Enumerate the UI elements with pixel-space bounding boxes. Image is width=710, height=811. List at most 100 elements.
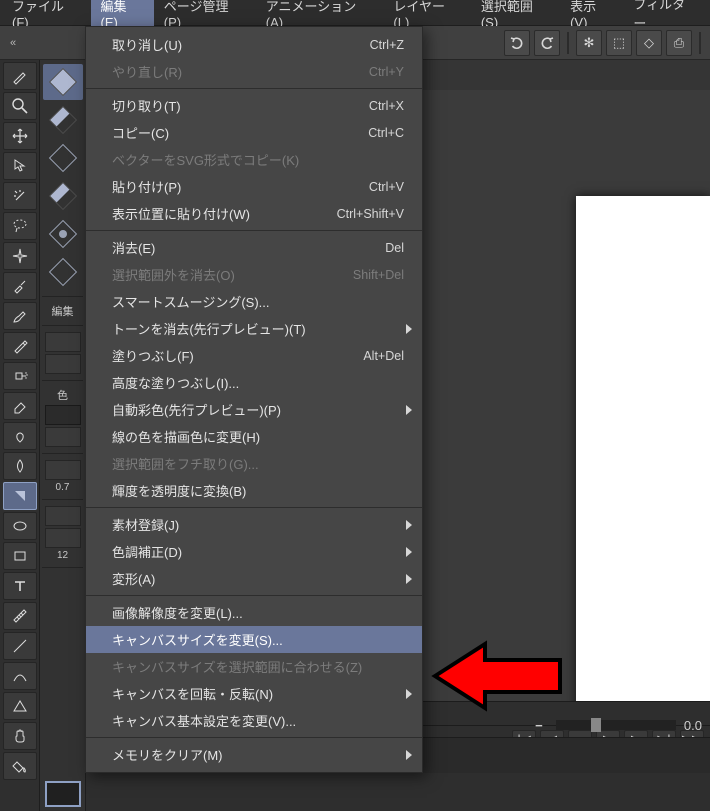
tool-zoom[interactable]: [3, 92, 37, 120]
menu-item-clear-outside[interactable]: 選択範囲外を消去(O)Shift+Del: [86, 261, 422, 288]
menu-item-copy[interactable]: コピー(C)Ctrl+C: [86, 119, 422, 146]
menu-item-outline-sel[interactable]: 選択範囲をフチ取り(G)...: [86, 450, 422, 477]
annotation-arrow: [430, 636, 570, 719]
chevron-right-icon: [406, 520, 412, 530]
menu-item-erase-tone[interactable]: トーンを消去(先行プレビュー)(T): [86, 315, 422, 342]
menu-item-fill[interactable]: 塗りつぶし(F)Alt+Del: [86, 342, 422, 369]
timecode: 0.0: [684, 718, 702, 733]
subtool-item[interactable]: [43, 102, 83, 138]
tool-brush[interactable]: [3, 302, 37, 330]
chevron-right-icon: [406, 405, 412, 415]
tool-wand[interactable]: [3, 182, 37, 210]
panel-divider: [42, 453, 83, 454]
tool-blur[interactable]: [3, 452, 37, 480]
menu-item-clear[interactable]: 消去(E)Del: [86, 234, 422, 261]
tool-ruler[interactable]: [3, 602, 37, 630]
tool-line[interactable]: [3, 632, 37, 660]
tool-lasso[interactable]: [3, 212, 37, 240]
panel-divider: [42, 296, 83, 297]
menu-item-canvas-to-sel[interactable]: キャンバスサイズを選択範囲に合わせる(Z): [86, 653, 422, 680]
panel-divider: [42, 325, 83, 326]
menu-divider: [86, 595, 422, 596]
panel-slot[interactable]: [45, 460, 81, 480]
minus-icon[interactable]: −: [530, 718, 548, 733]
vertical-toolbox: [0, 60, 40, 811]
menu-item-cut[interactable]: 切り取り(T)Ctrl+X: [86, 92, 422, 119]
subtool-item[interactable]: [43, 140, 83, 176]
menu-item-change-canvas-size[interactable]: キャンバスサイズを変更(S)...: [86, 626, 422, 653]
subtool-item[interactable]: [43, 178, 83, 214]
menu-item-canvas-basic[interactable]: キャンバス基本設定を変更(V)...: [86, 707, 422, 734]
chevron-right-icon: [406, 574, 412, 584]
tool-selection[interactable]: [3, 152, 37, 180]
menu-divider: [86, 88, 422, 89]
sub-tool-panel: 編集 色 0.7 12: [40, 60, 86, 811]
undo-button[interactable]: [504, 30, 530, 56]
menu-item-redo[interactable]: やり直し(R)Ctrl+Y: [86, 58, 422, 85]
chevron-right-icon: [406, 750, 412, 760]
menu-item-paste-in-place[interactable]: 表示位置に貼り付け(W)Ctrl+Shift+V: [86, 200, 422, 227]
panel-slot[interactable]: [45, 427, 81, 447]
tool-hand[interactable]: [3, 722, 37, 750]
tool-gradient[interactable]: [3, 482, 37, 510]
panel-slot[interactable]: [45, 528, 81, 548]
tool-eyedropper[interactable]: [3, 272, 37, 300]
subtool-item[interactable]: [43, 64, 83, 100]
menu-item-lum-to-alpha[interactable]: 輝度を透明度に変換(B): [86, 477, 422, 504]
menu-item-undo[interactable]: 取り消し(U)Ctrl+Z: [86, 31, 422, 58]
subtool-item[interactable]: [43, 216, 83, 252]
panel-divider: [42, 380, 83, 381]
tool-airbrush[interactable]: [3, 362, 37, 390]
tool-eraser[interactable]: [3, 392, 37, 420]
loading-icon[interactable]: ✻: [576, 30, 602, 56]
color-swatch[interactable]: [45, 781, 81, 807]
panel-slot[interactable]: [45, 332, 81, 352]
menu-item-copy-svg[interactable]: ベクターをSVG形式でコピー(K): [86, 146, 422, 173]
chevron-right-icon: [406, 324, 412, 334]
menu-item-line-to-draw[interactable]: 線の色を描画色に変更(H): [86, 423, 422, 450]
menu-item-paste[interactable]: 貼り付け(P)Ctrl+V: [86, 173, 422, 200]
collapse-chevron[interactable]: «: [6, 35, 20, 51]
chevron-right-icon: [406, 547, 412, 557]
menu-item-transform[interactable]: 変形(A): [86, 565, 422, 592]
tool-smudge[interactable]: [3, 422, 37, 450]
menu-divider: [86, 737, 422, 738]
toolbar-separator: [567, 32, 569, 54]
menu-item-smart-smoothing[interactable]: スマートスムージング(S)...: [86, 288, 422, 315]
subtool-item[interactable]: [43, 254, 83, 290]
menu-divider: [86, 230, 422, 231]
shape-icon[interactable]: ⬚: [606, 30, 632, 56]
tool-perspective[interactable]: [3, 692, 37, 720]
edit-dropdown-menu[interactable]: 取り消し(U)Ctrl+Z やり直し(R)Ctrl+Y 切り取り(T)Ctrl+…: [85, 26, 423, 773]
menu-item-clear-mem[interactable]: メモリをクリア(M): [86, 741, 422, 768]
zoom-slider[interactable]: [556, 720, 676, 730]
menu-item-auto-color[interactable]: 自動彩色(先行プレビュー)(P): [86, 396, 422, 423]
tool-curve[interactable]: [3, 662, 37, 690]
toolbar-separator: [699, 32, 701, 54]
chevron-right-icon: [406, 689, 412, 699]
menu-item-rotate-canvas[interactable]: キャンバスを回転・反転(N): [86, 680, 422, 707]
canvas-page[interactable]: [576, 196, 710, 720]
panel-value: 0.7: [56, 482, 70, 493]
menu-bar[interactable]: ファイル(F) 編集(E) ページ管理(P) アニメーション(A) レイヤー(L…: [0, 0, 710, 26]
tool-pen[interactable]: [3, 62, 37, 90]
panel-divider: [42, 499, 83, 500]
menu-item-tonal-correct[interactable]: 色調補正(D): [86, 538, 422, 565]
menu-item-adv-fill[interactable]: 高度な塗りつぶし(I)...: [86, 369, 422, 396]
panel-label-edit: 編集: [52, 303, 74, 319]
panel-slot[interactable]: [45, 405, 81, 425]
menu-item-change-res[interactable]: 画像解像度を変更(L)...: [86, 599, 422, 626]
panel-slot[interactable]: [45, 354, 81, 374]
tool-ellipse[interactable]: [3, 512, 37, 540]
redo-button[interactable]: [534, 30, 560, 56]
diamond-icon[interactable]: ◇: [636, 30, 662, 56]
tool-text[interactable]: [3, 572, 37, 600]
tool-bucket[interactable]: [3, 752, 37, 780]
menu-item-register-mat[interactable]: 素材登録(J): [86, 511, 422, 538]
tool-sparkle[interactable]: [3, 242, 37, 270]
print-icon[interactable]: ⎙: [666, 30, 692, 56]
tool-pencil[interactable]: [3, 332, 37, 360]
panel-slot[interactable]: [45, 506, 81, 526]
tool-move[interactable]: [3, 122, 37, 150]
tool-rect[interactable]: [3, 542, 37, 570]
